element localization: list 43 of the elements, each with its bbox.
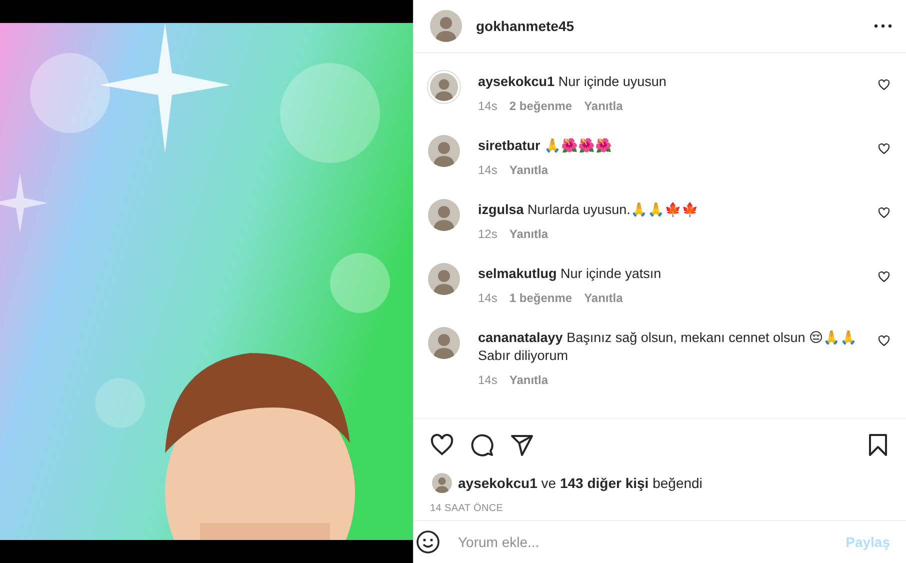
avatar[interactable]	[428, 263, 460, 295]
comment-time: 12s	[478, 227, 498, 241]
heart-icon[interactable]	[878, 271, 890, 283]
username-link[interactable]: siretbatur	[478, 138, 540, 153]
avatar[interactable]	[428, 135, 460, 167]
comment-time: 14s	[478, 373, 498, 387]
avatar[interactable]	[432, 473, 452, 493]
heart-icon[interactable]	[878, 143, 890, 155]
bookmark-icon[interactable]	[866, 433, 890, 457]
likes-summary[interactable]: aysekokcu1 ve 143 diğer kişi beğendi	[458, 475, 702, 491]
reply-button[interactable]: Yanıtla	[509, 163, 548, 177]
username-link[interactable]: izgulsa	[478, 202, 524, 217]
username[interactable]: gokhanmete45	[476, 18, 860, 34]
more-options-icon[interactable]	[874, 24, 892, 28]
heart-icon[interactable]	[878, 335, 890, 347]
comment-text: cananatalayy Başınız sağ olsun, mekanı cennet olsun 😔🙏🙏Sabır diliyorum	[478, 329, 858, 365]
heart-icon[interactable]	[430, 433, 454, 457]
username-link[interactable]: cananatalayy	[478, 330, 563, 345]
likes-count[interactable]: 2 beğenme	[509, 99, 572, 113]
likes-count[interactable]: 1 beğenme	[509, 291, 572, 305]
avatar[interactable]	[428, 71, 460, 103]
comment-text: siretbatur 🙏🌺🌺🌺	[478, 137, 614, 155]
username-link[interactable]: selmakutlug	[478, 266, 557, 281]
reply-button[interactable]: Yanıtla	[584, 99, 623, 113]
comment-time: 14s	[478, 99, 498, 113]
comment-time: 14s	[478, 291, 498, 305]
avatar[interactable]	[428, 199, 460, 231]
paper-plane-icon[interactable]	[510, 433, 534, 457]
comment-text: izgulsa Nurlarda uyusun.🙏🙏🍁🍁	[478, 201, 700, 219]
post-time: 14 SAAT ÖNCE	[429, 502, 504, 516]
comment-time: 14s	[478, 163, 498, 177]
heart-icon[interactable]	[878, 79, 890, 91]
avatar[interactable]	[430, 10, 462, 42]
reply-button[interactable]: Yanıtla	[509, 373, 548, 387]
heart-icon[interactable]	[878, 207, 890, 219]
reply-button[interactable]: Yanıtla	[584, 291, 623, 305]
avatar[interactable]	[428, 327, 460, 359]
emoji-icon[interactable]	[416, 530, 440, 554]
reply-button[interactable]: Yanıtla	[509, 227, 548, 241]
comment-text: aysekokcu1 Nur içinde uyusun	[478, 73, 668, 91]
username-link[interactable]: aysekokcu1	[478, 74, 555, 89]
speech-bubble-icon[interactable]	[470, 433, 494, 457]
comment-text: selmakutlug Nur içinde yatsın	[478, 265, 662, 283]
